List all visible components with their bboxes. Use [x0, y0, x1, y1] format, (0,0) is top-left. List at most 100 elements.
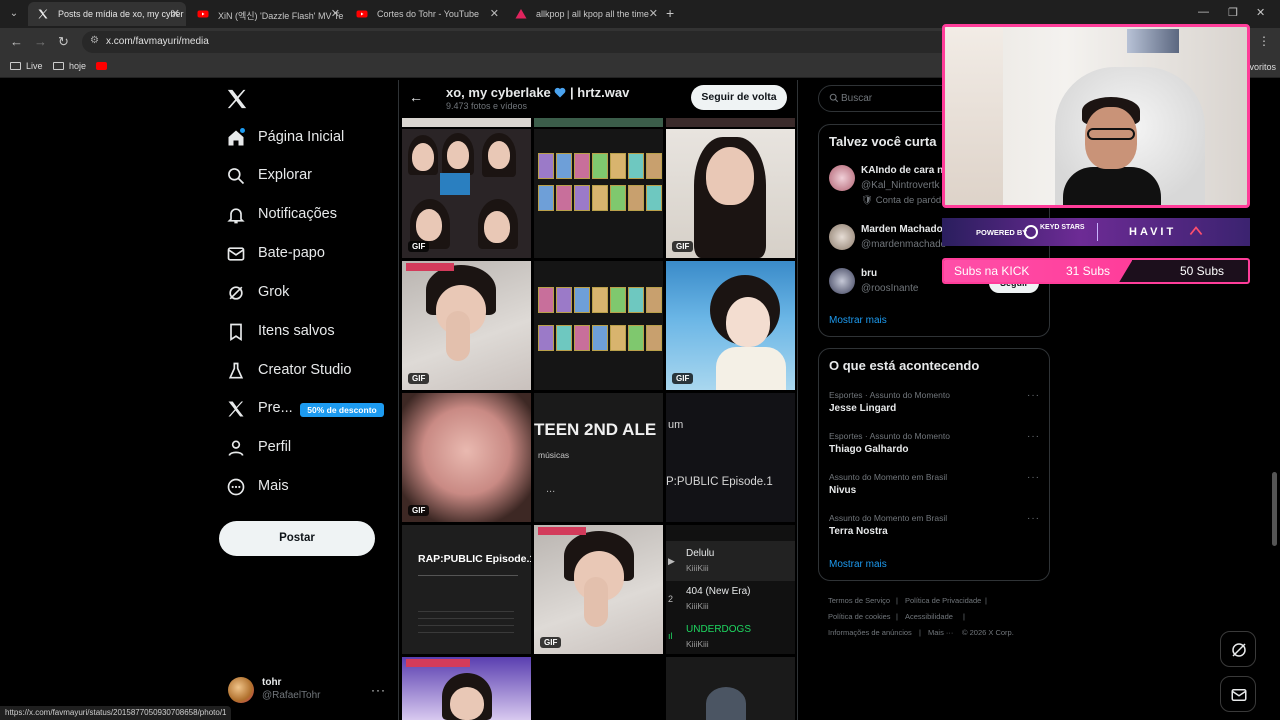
- site-info-icon[interactable]: ⚙: [90, 35, 99, 46]
- tab-search-button[interactable]: ⌄: [6, 6, 22, 22]
- trend-more-icon[interactable]: ···: [1027, 513, 1040, 524]
- media-tile[interactable]: GIF: [402, 129, 531, 258]
- media-tile[interactable]: GIF: [402, 261, 531, 390]
- media-tile[interactable]: [666, 657, 795, 720]
- folder-icon: [10, 62, 21, 70]
- media-column: ← xo, my cyberlake | hrtz.wav 9.473 foto…: [398, 80, 798, 720]
- trend-more-icon[interactable]: ···: [1027, 431, 1040, 442]
- follow-back-button[interactable]: Seguir de volta: [691, 85, 787, 110]
- media-tile[interactable]: GIF: [402, 393, 531, 522]
- trend-name[interactable]: Thiago Galhardo: [829, 444, 908, 455]
- trend-more-icon[interactable]: ···: [1027, 472, 1040, 483]
- footer-link[interactable]: Política de cookies: [828, 612, 891, 621]
- account-name: tohr: [262, 677, 282, 688]
- tab-youtube-cortes[interactable]: Cortes do Tohr - YouTube ✕: [347, 2, 505, 26]
- media-tile[interactable]: ▶ Delulu KiiiKiii 2 404 (New Era) KiiiKi…: [666, 525, 795, 654]
- tab-title: Cortes do Tohr - YouTube: [377, 9, 480, 19]
- media-tile[interactable]: [666, 118, 795, 127]
- search-icon: [228, 168, 245, 185]
- footer-link[interactable]: Mais ···: [928, 628, 953, 637]
- shelf: [945, 27, 1003, 205]
- media-tile[interactable]: RAP:PUBLIC Episode.1: [402, 525, 531, 654]
- footer-link[interactable]: Termos de Serviço: [828, 596, 890, 605]
- list-item: ıl UNDERDOGS KiiiKiii: [668, 624, 752, 649]
- tab-allkpop[interactable]: allkpop | all kpop all the time ✕: [506, 2, 664, 26]
- media-tile[interactable]: GIF: [534, 525, 663, 654]
- new-tab-button[interactable]: +: [666, 5, 674, 21]
- avatar[interactable]: [228, 677, 254, 703]
- bookmark-hoje[interactable]: hoje: [53, 61, 86, 71]
- trend-name[interactable]: Terra Nostra: [829, 526, 888, 537]
- avatar[interactable]: [829, 165, 855, 191]
- reload-icon[interactable]: ↻: [58, 34, 69, 50]
- show-more-link[interactable]: Mostrar mais: [829, 559, 887, 570]
- premium-discount-badge[interactable]: 50% de desconto: [300, 403, 384, 417]
- media-tile[interactable]: [534, 129, 663, 258]
- close-tab-icon[interactable]: ✕: [490, 7, 499, 20]
- browser-menu-icon[interactable]: ⋮: [1258, 34, 1270, 48]
- gif-badge: GIF: [672, 373, 694, 384]
- sidebar-item-label: Notificações: [258, 206, 337, 222]
- bookmark-live[interactable]: Live: [10, 61, 43, 71]
- webcam-overlay: [942, 24, 1250, 208]
- bookmark-youtube-icon[interactable]: [96, 62, 107, 70]
- media-tile[interactable]: [402, 118, 531, 127]
- account-menu-icon[interactable]: ···: [371, 683, 386, 697]
- show-more-link[interactable]: Mostrar mais: [829, 315, 887, 326]
- user-handle: @Kal_Nintrovertk: [861, 180, 940, 191]
- wall-poster: [1127, 29, 1179, 53]
- post-button[interactable]: Postar: [219, 521, 375, 556]
- more-dots: ...: [546, 483, 556, 495]
- footer-link[interactable]: Acessibilidade: [905, 612, 953, 621]
- allkpop-favicon-icon: [515, 9, 527, 19]
- mail-icon: [227, 247, 245, 261]
- tab-title: XiN (엑신) 'Dazzle Flash' MV Te: [218, 11, 344, 21]
- page-scrollbar[interactable]: [1272, 472, 1277, 546]
- media-tile[interactable]: [534, 118, 663, 127]
- media-count: 9.473 fotos e vídeos: [446, 101, 528, 111]
- close-tab-icon[interactable]: ✕: [171, 7, 180, 20]
- media-tile[interactable]: [534, 261, 663, 390]
- footer-link[interactable]: Política de Privacidade: [905, 596, 981, 605]
- bookmark-icon: [230, 323, 242, 342]
- user-name[interactable]: KAIndo de cara n: [861, 165, 943, 176]
- forward-icon[interactable]: →: [34, 34, 47, 49]
- footer-separator: |: [919, 628, 921, 637]
- list-item: ▶ Delulu KiiiKiii: [666, 541, 795, 581]
- folder-icon: [53, 62, 64, 70]
- bookmark-favoritos[interactable]: voritos: [1249, 62, 1276, 72]
- restore-icon[interactable]: ❐: [1228, 6, 1238, 19]
- gif-badge: GIF: [408, 505, 430, 516]
- play-icon: ▶: [668, 556, 675, 566]
- more-circle-icon: [227, 478, 245, 496]
- media-tile[interactable]: [402, 657, 531, 720]
- media-tile[interactable]: GIF: [666, 261, 795, 390]
- close-window-icon[interactable]: ✕: [1256, 6, 1265, 19]
- footer-link[interactable]: Informações de anúncios: [828, 628, 912, 637]
- list-item: 2 404 (New Era) KiiiKiii: [668, 586, 751, 611]
- trend-name[interactable]: Nivus: [829, 485, 856, 496]
- close-tab-icon[interactable]: ✕: [649, 7, 658, 20]
- grok-icon: [229, 286, 243, 300]
- tab-x-media[interactable]: Posts de mídia de xo, my cyber ✕: [28, 2, 186, 26]
- user-handle: @mardenmachado: [861, 239, 947, 250]
- user-name[interactable]: Marden Machado: [861, 224, 943, 235]
- minimize-icon[interactable]: —: [1198, 6, 1209, 18]
- close-tab-icon[interactable]: ✕: [331, 7, 340, 20]
- grok-fab-button[interactable]: [1220, 631, 1256, 667]
- tab-youtube-xin[interactable]: XiN (엑신) 'Dazzle Flash' MV Te ✕: [188, 2, 346, 26]
- back-icon[interactable]: ←: [10, 34, 23, 49]
- avatar[interactable]: [829, 268, 855, 294]
- x-logo-icon[interactable]: [226, 88, 248, 110]
- media-tile[interactable]: GIF: [666, 129, 795, 258]
- avatar[interactable]: [829, 224, 855, 250]
- media-tile[interactable]: TEEN 2ND ALE músicas ...: [534, 393, 663, 522]
- gif-badge: GIF: [672, 241, 694, 252]
- media-tile[interactable]: um P:PUBLIC Episode.1: [666, 393, 795, 522]
- user-name[interactable]: bru: [861, 268, 877, 279]
- messages-fab-button[interactable]: [1220, 676, 1256, 712]
- trend-name[interactable]: Jesse Lingard: [829, 403, 896, 414]
- trend-more-icon[interactable]: ···: [1027, 390, 1040, 401]
- back-arrow-icon[interactable]: ←: [409, 89, 423, 105]
- bell-icon: [227, 208, 245, 224]
